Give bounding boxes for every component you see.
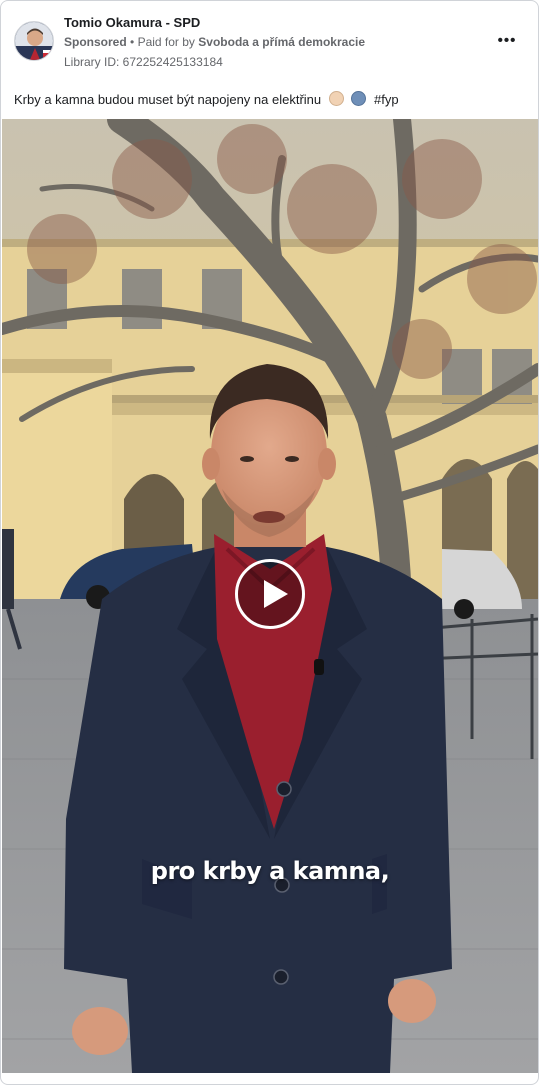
- ad-caption: Krby a kamna budou muset být napojeny na…: [14, 91, 399, 107]
- play-button[interactable]: [235, 559, 305, 629]
- santa-emoji-icon: [328, 91, 344, 106]
- sponsored-label: Sponsored: [64, 35, 127, 49]
- sponsor-line: Sponsored • Paid for by Svoboda a přímá …: [64, 35, 365, 49]
- page-name[interactable]: Tomio Okamura - SPD: [64, 15, 200, 30]
- person-emoji-icon: [351, 91, 367, 106]
- caption-text: Krby a kamna budou muset být napojeny na…: [14, 92, 322, 107]
- video-subtitle: pro krby a kamna,: [150, 857, 390, 885]
- ad-header: Tomio Okamura - SPD Sponsored • Paid for…: [1, 1, 538, 81]
- ad-card: Tomio Okamura - SPD Sponsored • Paid for…: [0, 0, 539, 1085]
- separator-dot: •: [130, 35, 135, 49]
- funder-name[interactable]: Svoboda a přímá demokracie: [198, 35, 365, 49]
- video-player[interactable]: pro krby a kamna,: [2, 119, 538, 1073]
- avatar-image: [15, 22, 53, 60]
- play-icon: [264, 580, 288, 608]
- more-options-icon[interactable]: •••: [495, 31, 519, 51]
- library-id: Library ID: 672252425133184: [64, 55, 223, 69]
- hashtag[interactable]: #fyp: [374, 92, 399, 107]
- page-avatar[interactable]: [14, 21, 54, 61]
- paid-for-label: Paid for by: [137, 35, 195, 49]
